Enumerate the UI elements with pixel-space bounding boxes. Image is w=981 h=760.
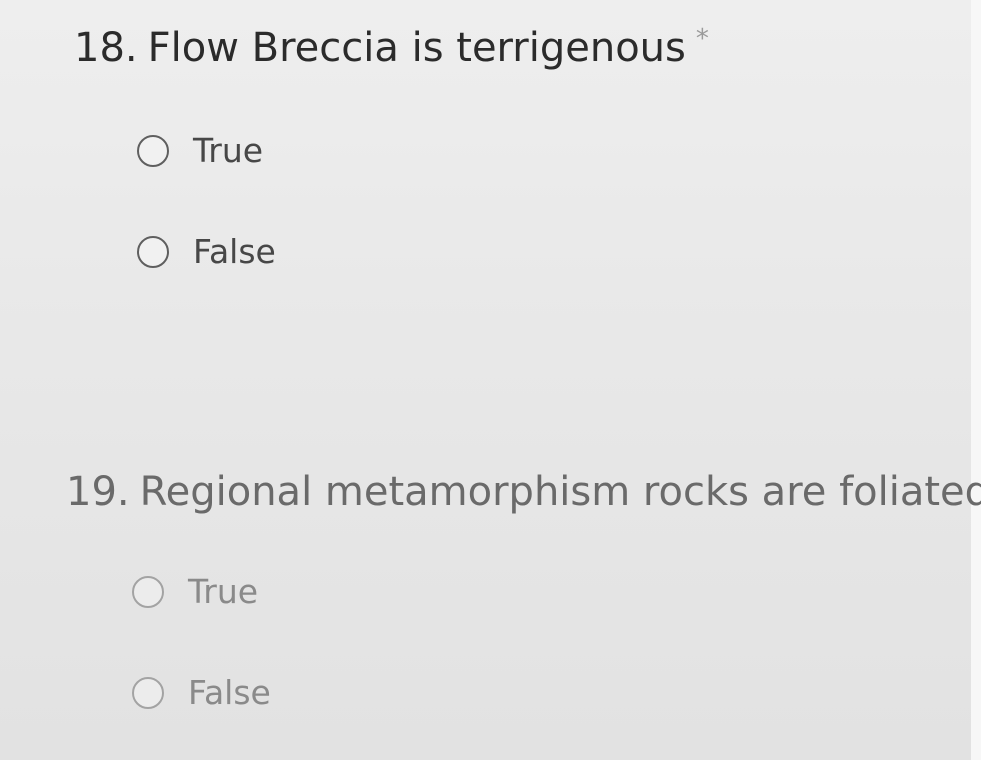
radio-button[interactable] (137, 235, 169, 268)
radio-button[interactable] (132, 575, 164, 608)
option-true[interactable]: True (137, 134, 263, 167)
option-true[interactable]: True (132, 575, 258, 608)
question-19: 19. Regional metamorphism rocks are folia… (0, 330, 981, 760)
required-asterisk: * (695, 24, 709, 54)
question-number: 19. (66, 469, 130, 515)
option-label: True (188, 572, 259, 611)
option-label: True (193, 131, 264, 170)
option-false[interactable]: False (137, 235, 276, 268)
question-title: 18. Flow Breccia is terrigenous * (74, 25, 709, 71)
question-title: 19. Regional metamorphism rocks are folia… (66, 472, 981, 512)
radio-button[interactable] (137, 134, 169, 167)
radio-button[interactable] (132, 676, 164, 709)
option-label: False (193, 232, 276, 271)
question-text: Flow Breccia is terrigenous (147, 25, 686, 71)
option-false[interactable]: False (132, 676, 271, 709)
question-text: Regional metamorphism rocks are foliated (139, 469, 981, 515)
question-18: 18. Flow Breccia is terrigenous * True Fal… (0, 0, 981, 330)
question-number: 18. (74, 25, 138, 71)
option-label: False (188, 673, 271, 712)
